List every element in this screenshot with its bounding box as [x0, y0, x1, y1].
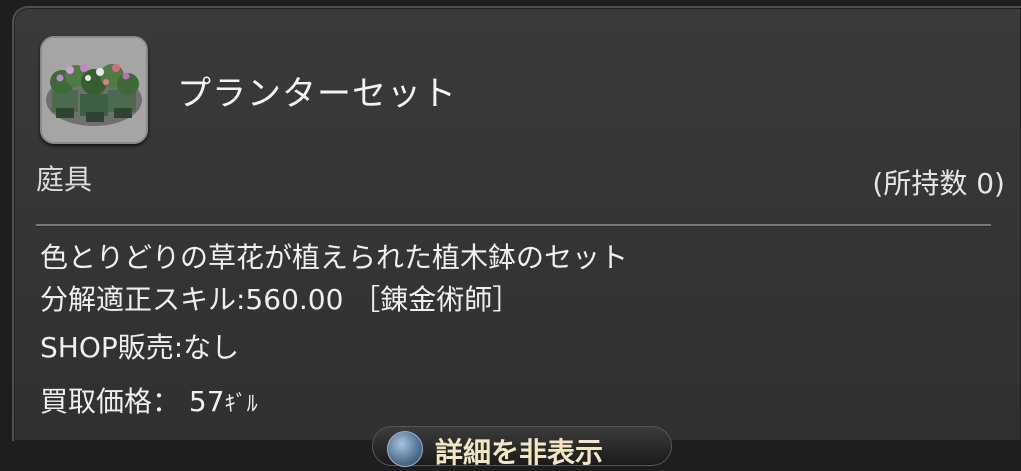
owned-count: (所持数 0) — [872, 167, 1005, 200]
sell-price: 買取価格： 57ｷﾞﾙ — [40, 380, 258, 420]
shop-sale: SHOP販売:なし — [40, 331, 240, 364]
item-category: 庭具 — [36, 163, 93, 196]
button-orb-icon — [387, 431, 423, 467]
item-tooltip: プランターセット 庭具 (所持数 0) 色とりどりの草花が植えられた植木鉢のセッ… — [12, 6, 1021, 469]
planter-set-icon — [40, 36, 148, 144]
sell-price-value: 57 — [188, 385, 225, 418]
hide-details-label: 詳細を非表示 — [435, 436, 604, 469]
item-name: プランターセット — [177, 74, 457, 114]
hide-details-button[interactable]: 詳細を非表示 — [372, 426, 672, 469]
item-description: 色とりどりの草花が植えられた植木鉢のセット — [40, 241, 629, 274]
sell-price-label: 買取価格： — [40, 385, 181, 418]
divider — [36, 224, 991, 226]
desynth-skill: 分解適正スキル:560.00 ［錬金術師］ — [40, 283, 521, 316]
gil-mark: ｷﾞﾙ — [224, 392, 258, 417]
